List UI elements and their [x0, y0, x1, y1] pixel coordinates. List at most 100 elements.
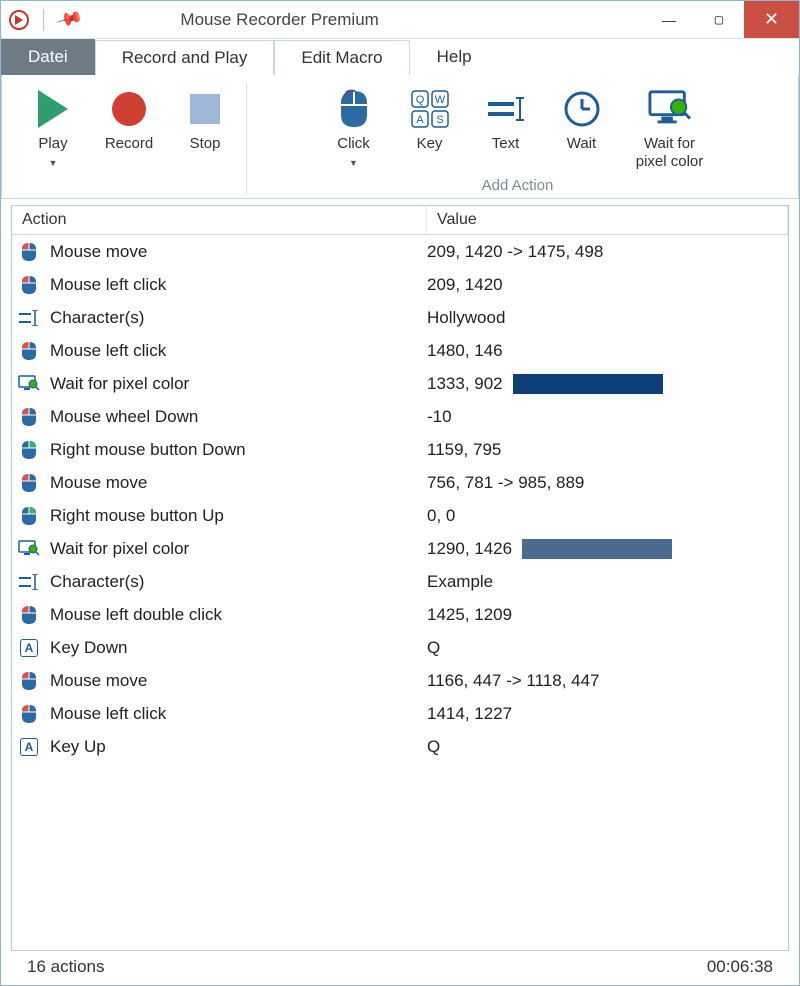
record-icon [112, 92, 146, 126]
color-swatch [522, 539, 672, 559]
app-window: 📌 Mouse Recorder Premium — ▢ ✕ Datei Rec… [0, 0, 800, 986]
statusbar: 16 actions 00:06:38 [11, 951, 789, 985]
table-row[interactable]: Mouse left double click1425, 1209 [12, 598, 788, 631]
table-row[interactable]: A Key Down Q [12, 631, 788, 664]
wait-pixel-button[interactable]: Wait for pixel color [631, 87, 709, 171]
value-text: 0, 0 [427, 506, 455, 526]
action-text: Character(s) [50, 308, 144, 328]
tab-help[interactable]: Help [410, 39, 499, 75]
mouse-icon [18, 605, 40, 625]
table-row[interactable]: Character(s)Example [12, 565, 788, 598]
pixel-icon [18, 539, 40, 559]
mouse-icon [18, 341, 40, 361]
click-button[interactable]: Click▼ [327, 87, 381, 171]
value-text: 1480, 146 [427, 341, 503, 361]
wait-pixel-label: Wait for pixel color [636, 135, 704, 171]
value-text: 209, 1420 -> 1475, 498 [427, 242, 603, 262]
action-text: Wait for pixel color [50, 374, 189, 394]
mouse-r-icon [18, 506, 40, 526]
table-row[interactable]: Mouse left click 209, 1420 [12, 268, 788, 301]
text-button[interactable]: Text [479, 87, 533, 153]
value-text: Q [427, 638, 440, 658]
key-icon: A [18, 737, 40, 757]
play-label: Play [38, 135, 67, 152]
chevron-down-icon: ▼ [349, 158, 358, 168]
separator [43, 9, 44, 31]
value-text: 1333, 902 [427, 374, 503, 394]
key-label: Key [417, 135, 443, 153]
value-text: 1159, 795 [427, 440, 501, 460]
action-text: Key Down [50, 638, 127, 658]
stop-button[interactable]: Stop [178, 87, 232, 153]
table-row[interactable]: Mouse move 1166, 447 -> 1118, 447 [12, 664, 788, 697]
play-button[interactable]: Play ▼ [26, 87, 80, 171]
action-text: Mouse left click [50, 704, 166, 724]
action-list: Action Value Mouse move 209, 1420 -> 1475… [11, 205, 789, 951]
key-button[interactable]: Q W A S Key [403, 87, 457, 153]
column-value[interactable]: Value [427, 206, 788, 234]
maximize-button[interactable]: ▢ [694, 1, 744, 38]
stop-icon [190, 94, 220, 124]
action-text: Mouse left double click [50, 605, 222, 625]
ribbon-tabs: Datei Record and Play Edit Macro Help [1, 39, 799, 75]
action-text: Mouse wheel Down [50, 407, 198, 427]
text-icon [18, 308, 40, 328]
ribbon-group-title: Add Action [482, 177, 554, 194]
table-row[interactable]: Mouse left click 1480, 146 [12, 334, 788, 367]
keyboard-keys-icon: Q W A S [408, 87, 452, 131]
mouse-icon [18, 671, 40, 691]
window-title: Mouse Recorder Premium [80, 1, 644, 38]
list-header: Action Value [12, 206, 788, 235]
minimize-button[interactable]: — [644, 1, 694, 38]
value-text: Example [427, 572, 493, 592]
value-text: 209, 1420 [427, 275, 503, 295]
table-row[interactable]: AKey UpQ [12, 730, 788, 763]
wait-button[interactable]: Wait [555, 87, 609, 153]
table-row[interactable]: Right mouse button Down1159, 795 [12, 433, 788, 466]
pixel-icon [18, 374, 40, 394]
list-body: Mouse move 209, 1420 -> 1475, 498 Mouse le… [12, 235, 788, 763]
table-row[interactable]: Mouse move 209, 1420 -> 1475, 498 [12, 235, 788, 268]
value-text: 1290, 1426 [427, 539, 512, 559]
action-text: Mouse left click [50, 341, 166, 361]
action-text: Mouse left click [50, 275, 166, 295]
table-row[interactable]: Mouse move756, 781 -> 985, 889 [12, 466, 788, 499]
svg-text:W: W [434, 94, 445, 106]
value-text: 1166, 447 -> 1118, 447 [427, 671, 600, 691]
action-text: Mouse move [50, 242, 147, 262]
close-button[interactable]: ✕ [744, 1, 799, 38]
table-row[interactable]: Character(s) Hollywood [12, 301, 788, 334]
column-action[interactable]: Action [12, 206, 427, 234]
svg-text:A: A [416, 114, 424, 126]
tab-edit-macro[interactable]: Edit Macro [274, 40, 409, 75]
mouse-icon [18, 473, 40, 493]
tab-datei[interactable]: Datei [1, 39, 95, 75]
wait-label: Wait [567, 135, 596, 153]
stop-label: Stop [190, 135, 221, 153]
table-row[interactable]: Wait for pixel color 1333, 902 [12, 367, 788, 400]
ribbon: Play ▼ Record Stop Click▼ [1, 75, 799, 199]
text-cursor-icon [484, 87, 528, 131]
key-icon: A [18, 638, 40, 658]
value-text: Hollywood [427, 308, 505, 328]
table-row[interactable]: Wait for pixel color1290, 1426 [12, 532, 788, 565]
text-icon [18, 572, 40, 592]
text-label: Text [492, 135, 520, 153]
clock-icon [560, 87, 604, 131]
value-text: -10 [427, 407, 452, 427]
tab-record-play[interactable]: Record and Play [95, 40, 275, 75]
mouse-icon [18, 704, 40, 724]
table-row[interactable]: Mouse wheel Down -10 [12, 400, 788, 433]
action-text: Key Up [50, 737, 106, 757]
record-button[interactable]: Record [102, 87, 156, 153]
titlebar: 📌 Mouse Recorder Premium — ▢ ✕ [1, 1, 799, 39]
app-icon [9, 10, 29, 30]
mouse-icon [332, 87, 376, 131]
svg-text:Q: Q [415, 94, 424, 106]
chevron-down-icon: ▼ [49, 158, 58, 168]
action-text: Mouse move [50, 671, 147, 691]
table-row[interactable]: Mouse left click1414, 1227 [12, 697, 788, 730]
action-text: Right mouse button Up [50, 506, 224, 526]
status-count: 16 actions [27, 957, 105, 977]
table-row[interactable]: Right mouse button Up 0, 0 [12, 499, 788, 532]
